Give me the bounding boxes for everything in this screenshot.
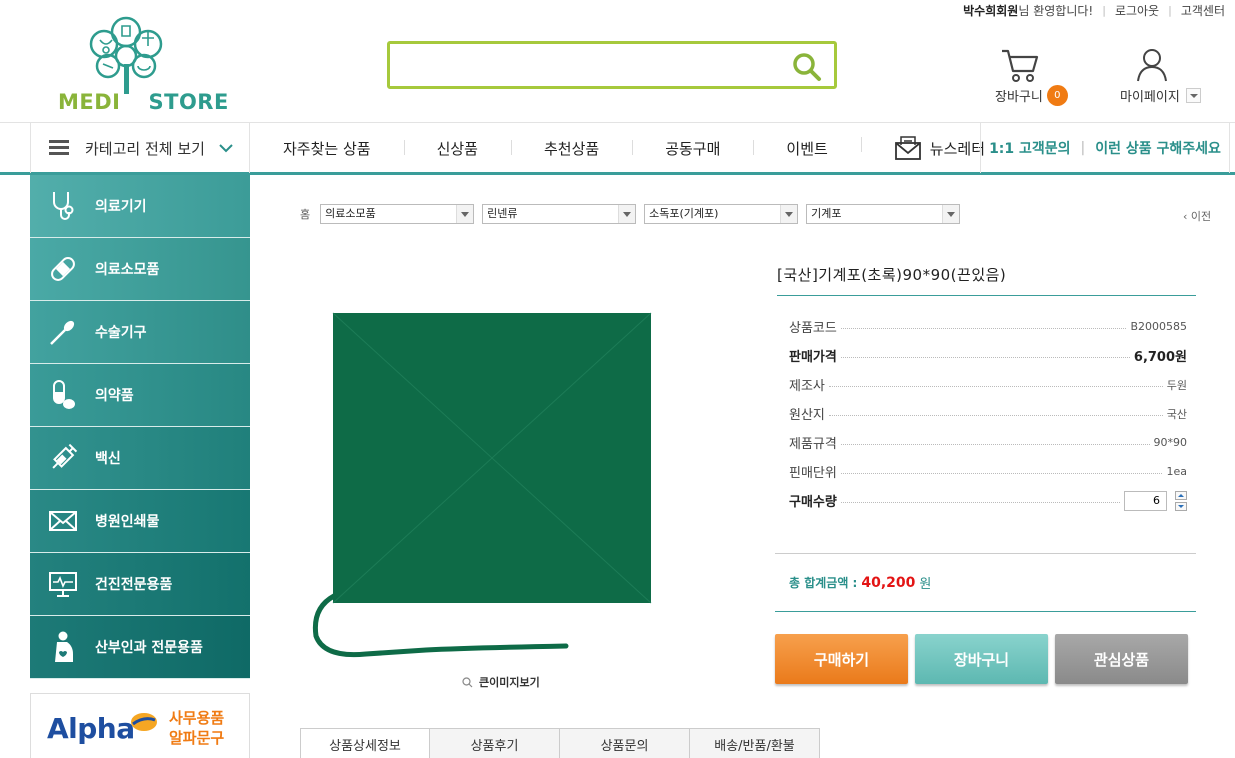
nav-menu: 자주찾는 상품 신상품 추천상품 공동구매 이벤트 뉴스레터 xyxy=(250,123,1018,173)
site-logo[interactable]: MEDI STORE xyxy=(56,14,228,114)
mypage-label: 마이페이지 xyxy=(1120,90,1180,105)
tab-reviews[interactable]: 상품후기 xyxy=(430,728,560,758)
sidebar-item-label: 의료소모품 xyxy=(95,262,160,278)
spec-row-price: 판매가격 6,700원 xyxy=(789,350,1187,365)
all-categories-label: 카테고리 전체 보기 xyxy=(85,139,205,158)
tab-detail[interactable]: 상품상세정보 xyxy=(300,728,430,758)
welcome-text: 박수희회원님 환영합니다! xyxy=(963,3,1094,18)
tree-logo-icon xyxy=(89,16,163,94)
newsletter-icon xyxy=(894,136,921,160)
customer-center-link[interactable]: 고객센터 xyxy=(1181,2,1225,19)
sidebar-item-label: 산부인과 전문용품 xyxy=(95,640,203,656)
sidebar-item-medical-supplies[interactable]: 의료소모품 xyxy=(30,238,250,301)
search-icon[interactable] xyxy=(792,52,822,82)
breadcrumb: 홈 의료소모품 린넨류 소독포(기계포) 기계포 xyxy=(300,204,968,224)
spec-row-origin: 원산지 국산 xyxy=(789,407,1187,424)
breadcrumb-home[interactable]: 홈 xyxy=(300,206,310,222)
sidebar-item-label: 백신 xyxy=(95,451,121,467)
chevron-down-icon xyxy=(219,144,233,153)
alpha-swirl-icon xyxy=(131,713,157,731)
sidebar-item-surgical-tools[interactable]: 수술기구 xyxy=(30,301,250,364)
product-photo xyxy=(312,312,652,658)
search-box[interactable] xyxy=(387,41,837,89)
nav-item-new[interactable]: 신상품 xyxy=(403,138,511,159)
cart-label: 장바구니 xyxy=(995,90,1043,105)
magnifier-icon xyxy=(462,676,473,687)
spec-row-code: 상품코드 B2000585 xyxy=(789,320,1187,336)
syringe-icon xyxy=(48,442,78,474)
capsule-icon xyxy=(48,379,78,411)
spec-row-size: 제품규격 90*90 xyxy=(789,436,1187,452)
total-price: 총 합계금액 : 40,200 원 xyxy=(775,553,1196,612)
category-select-2[interactable]: 린넨류 xyxy=(482,204,637,224)
sidebar-item-medical-devices[interactable]: 의료기기 xyxy=(30,175,250,238)
nav-item-recommended[interactable]: 추천상품 xyxy=(510,138,632,159)
nav-right: 1:1 고객문의 | 이런 상품 구해주세요 xyxy=(980,123,1230,173)
quantity-stepper[interactable] xyxy=(1175,490,1187,511)
category-select-4[interactable]: 기계포 xyxy=(806,204,961,224)
sidebar-item-label: 의료기기 xyxy=(95,199,147,215)
zoom-button[interactable]: 큰이미지보기 xyxy=(462,674,540,690)
main-nav: 카테고리 전체 보기 자주찾는 상품 신상품 추천상품 공동구매 이벤트 뉴스레… xyxy=(0,122,1235,175)
search-input[interactable] xyxy=(390,44,770,86)
newsletter-label: 뉴스레터 xyxy=(929,139,985,158)
request-product-link[interactable]: 이런 상품 구해주세요 xyxy=(1095,138,1221,158)
cart-count-badge: 0 xyxy=(1046,85,1068,106)
spec-row-unit: 핀매단위 1ea xyxy=(789,465,1187,481)
bandage-icon xyxy=(48,253,78,285)
mypage-link[interactable]: 마이페이지 xyxy=(1120,47,1220,105)
prev-link[interactable]: ‹ 이전 xyxy=(1183,208,1211,224)
buy-button[interactable]: 구매하기 xyxy=(775,634,908,684)
alpha-banner-text: 사무용품 알파문구 xyxy=(169,709,225,747)
sidebar-item-obgyn-supplies[interactable]: 산부인과 전문용품 xyxy=(30,616,250,679)
alpha-banner[interactable]: Alpha 사무용품 알파문구 xyxy=(30,693,250,758)
sidebar-item-label: 의약품 xyxy=(95,388,134,404)
sidebar-item-label: 병원인쇄물 xyxy=(95,514,160,530)
alpha-logo: Alpha xyxy=(47,712,135,745)
envelope-icon xyxy=(48,505,78,537)
tab-qna[interactable]: 상품문의 xyxy=(560,728,690,758)
spec-row-maker: 제조사 두원 xyxy=(789,378,1187,395)
quantity-input[interactable] xyxy=(1124,490,1167,511)
category-select-3[interactable]: 소독포(기계포) xyxy=(644,204,799,224)
cart-icon xyxy=(1002,49,1039,82)
all-categories-button[interactable]: 카테고리 전체 보기 xyxy=(30,123,250,173)
sidebar-item-hospital-print[interactable]: 병원인쇄물 xyxy=(30,490,250,553)
product-spec-list: 상품코드 B2000585 판매가격 6,700원 제조사 두원 원산지 국산 제품규격… xyxy=(789,312,1187,515)
cart-link[interactable]: 장바구니 0 xyxy=(995,47,1075,106)
nav-item-frequent[interactable]: 자주찾는 상품 xyxy=(250,138,404,159)
logout-link[interactable]: 로그아웃 xyxy=(1115,2,1159,19)
inquiry-link[interactable]: 1:1 고객문의 xyxy=(989,138,1070,158)
wishlist-button[interactable]: 관심상품 xyxy=(1055,634,1188,684)
monitor-icon xyxy=(48,568,78,600)
sidebar-item-label: 수술기구 xyxy=(95,325,147,341)
category-select-1[interactable]: 의료소모품 xyxy=(320,204,475,224)
sidebar-item-checkup-supplies[interactable]: 건진전문용품 xyxy=(30,553,250,616)
menu-icon xyxy=(49,140,69,156)
category-sidebar: 의료기기 의료소모품 수술기구 의약품 백신 병원인쇄물 건진전문용품 산부인과… xyxy=(30,175,250,679)
utility-bar: 박수희회원님 환영합니다! | 로그아웃 | 고객센터 xyxy=(963,2,1225,19)
sidebar-item-vaccine[interactable]: 백신 xyxy=(30,427,250,490)
stethoscope-icon xyxy=(48,190,78,222)
sidebar-item-label: 건진전문용품 xyxy=(95,577,173,593)
spec-row-quantity: 구매수량 xyxy=(789,486,1187,515)
product-image[interactable] xyxy=(300,262,700,665)
pregnant-icon xyxy=(48,631,78,663)
scalpel-icon xyxy=(48,316,78,348)
add-to-cart-button[interactable]: 장바구니 xyxy=(915,634,1048,684)
logo-text: MEDI STORE xyxy=(58,90,229,114)
product-tabs: 상품상세정보 상품후기 상품문의 배송/반품/환불 xyxy=(300,728,820,758)
mypage-dropdown-toggle[interactable] xyxy=(1185,88,1201,103)
total-amount: 40,200 xyxy=(861,574,916,591)
nav-item-group-buy[interactable]: 공동구매 xyxy=(632,138,753,159)
user-icon xyxy=(1137,49,1167,82)
nav-item-event[interactable]: 이벤트 xyxy=(753,138,860,159)
tab-shipping[interactable]: 배송/반품/환불 xyxy=(690,728,820,758)
sidebar-item-medicine[interactable]: 의약품 xyxy=(30,364,250,427)
quantity-down-button[interactable] xyxy=(1175,501,1187,511)
quantity-up-button[interactable] xyxy=(1175,490,1187,500)
product-title: [국산]기계포(초록)90*90(끈있음) xyxy=(777,264,1196,296)
